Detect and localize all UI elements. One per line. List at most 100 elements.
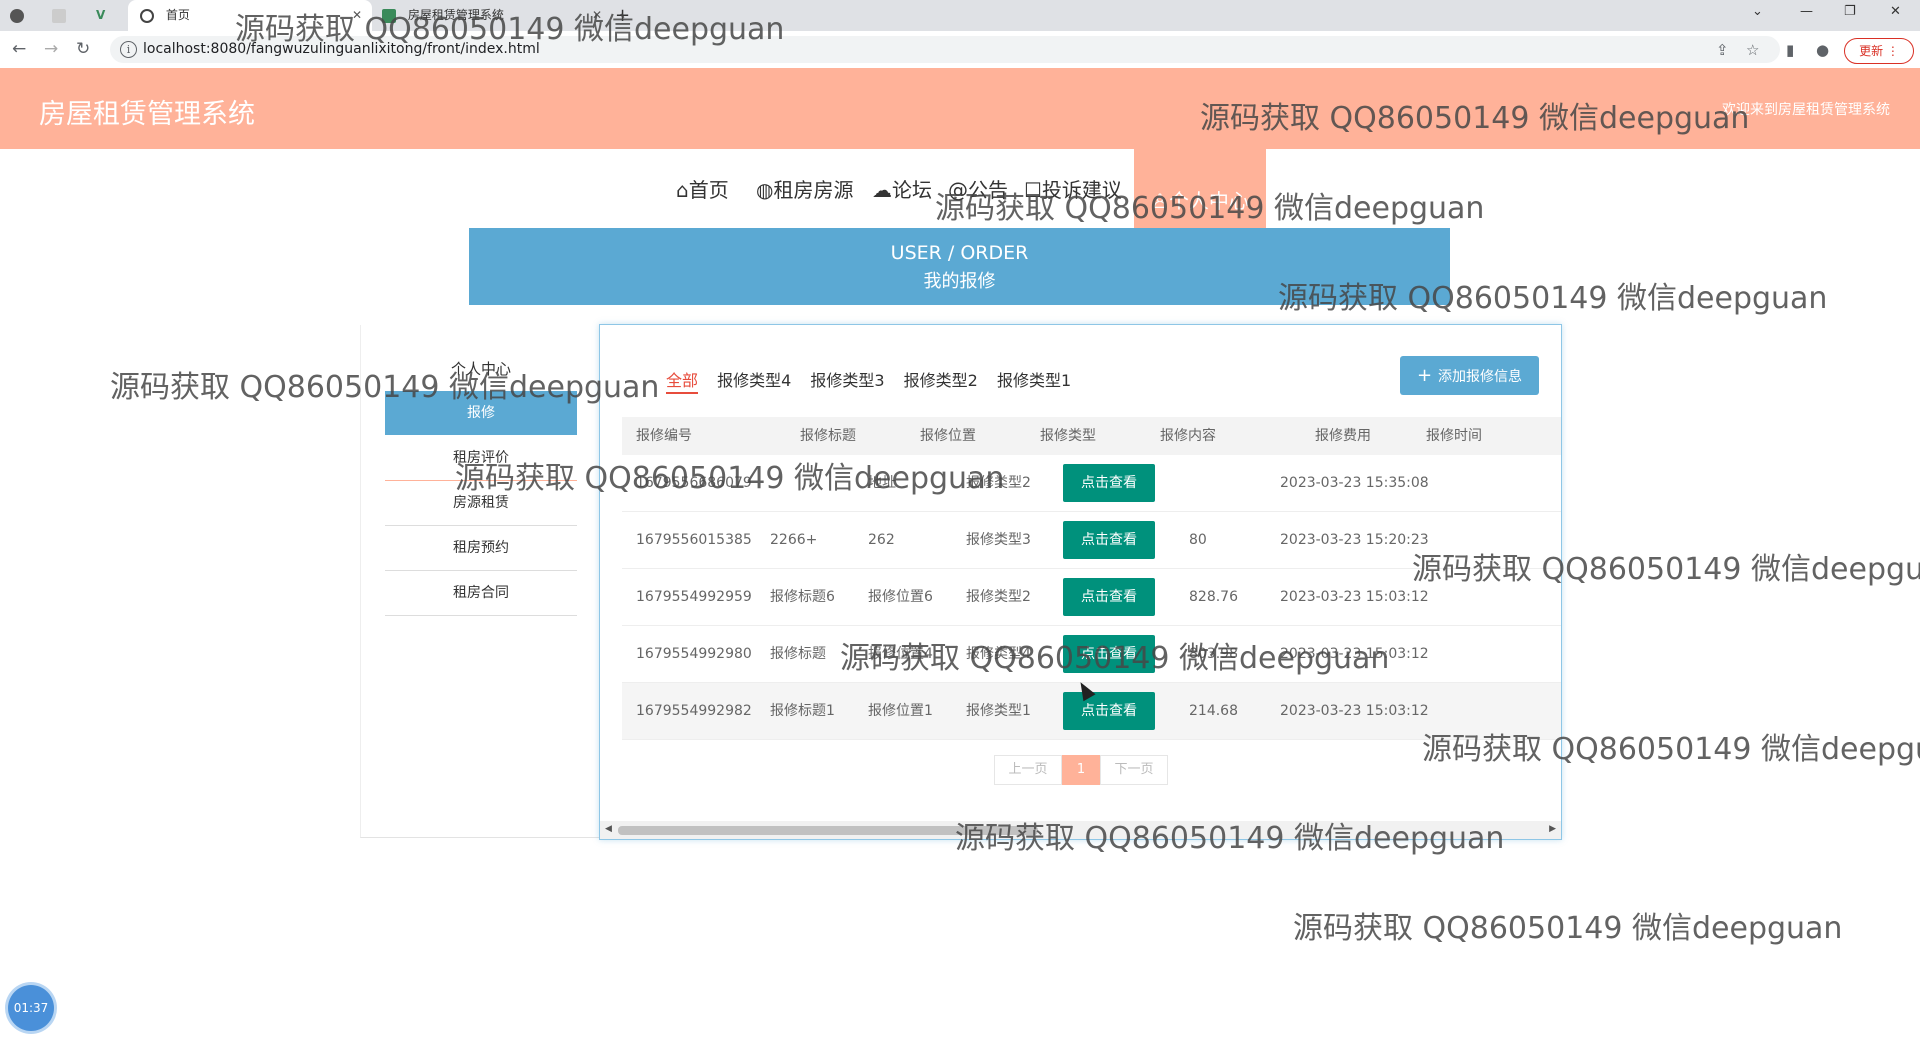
- scrollbar-thumb[interactable]: [618, 826, 1038, 835]
- chevron-down-icon[interactable]: ⌄: [1752, 4, 1763, 19]
- scroll-left-icon[interactable]: ◀: [605, 824, 612, 834]
- table-cell-title: 报修标题: [770, 646, 826, 662]
- prev-page-button[interactable]: 上一页: [994, 755, 1062, 785]
- table-cell-title: 报修标题6: [770, 589, 835, 605]
- minimize-icon[interactable]: —: [1800, 4, 1813, 19]
- sidebar-title: 个人中心: [451, 360, 512, 378]
- page-icon: [52, 8, 66, 23]
- update-label: 更新: [1859, 44, 1884, 58]
- restore-icon[interactable]: ❐: [1844, 4, 1856, 19]
- tab-label: 首页: [165, 8, 190, 22]
- table-cell-fee: 828.76: [1189, 589, 1238, 605]
- view-content-button[interactable]: 点击查看: [1063, 578, 1155, 616]
- view-content-button[interactable]: 点击查看: [1063, 521, 1155, 559]
- add-repair-button[interactable]: + 添加报修信息: [1400, 356, 1539, 395]
- at-icon: @: [948, 178, 968, 202]
- filter-all[interactable]: 全部: [666, 371, 699, 394]
- nav-item-complaint[interactable]: ☐投诉建议: [1024, 174, 1122, 203]
- view-content-button[interactable]: 点击查看: [1063, 635, 1155, 673]
- add-repair-label: 添加报修信息: [1438, 369, 1523, 385]
- view-content-button[interactable]: 点击查看: [1063, 692, 1155, 730]
- table-cell-location: 262: [868, 532, 895, 548]
- page-number[interactable]: 1: [1062, 755, 1100, 785]
- nav-item-listings[interactable]: ◍租房房源: [756, 174, 853, 203]
- nav-item-notice[interactable]: @公告: [948, 174, 1008, 203]
- watermark: 源码获取 QQ86050149 微信deepguan: [1293, 911, 1843, 946]
- horizontal-scrollbar[interactable]: ◀ ▶: [600, 821, 1561, 839]
- table-cell-time: 2023-03-23 15:03:12: [1280, 646, 1429, 662]
- vue-icon: [382, 8, 396, 23]
- table-row: 1679554992959 报修标题6 报修位置6 报修类型2 点击查看 828.76 20…: [622, 569, 1561, 626]
- github-icon: [10, 8, 24, 23]
- browser-tab[interactable]: 房屋租赁管理系统 ✕: [370, 0, 612, 31]
- browser-tab[interactable]: [10, 0, 36, 31]
- sidebar-item-contract[interactable]: 租房合同: [385, 571, 577, 616]
- scroll-right-icon[interactable]: ▶: [1549, 824, 1556, 834]
- table-header: 报修编号 报修标题 报修位置 报修类型 报修内容 报修费用 报修时间: [622, 417, 1561, 455]
- table-cell-title: 报修标题1: [770, 703, 835, 719]
- browser-tab-active[interactable]: 首页 ✕: [128, 0, 372, 31]
- new-tab-button[interactable]: +: [615, 0, 635, 31]
- view-content-button[interactable]: 点击查看: [1063, 464, 1155, 502]
- table-row: 1679556015385 2266+ 262 报修类型3 点击查看 80 2023-03-…: [622, 512, 1561, 569]
- table-cell-location: 报修位置6: [868, 589, 933, 605]
- table-cell-time: 2023-03-23 15:35:08: [1280, 475, 1429, 491]
- table-cell-title: 2266+: [770, 532, 818, 548]
- column-header: 报修费用: [1315, 428, 1371, 444]
- nav-label: 首页: [688, 178, 729, 202]
- close-tab-icon[interactable]: ✕: [352, 0, 362, 31]
- home-icon: ⌂: [676, 178, 689, 202]
- next-page-button[interactable]: 下一页: [1100, 755, 1168, 785]
- close-tab-icon[interactable]: ✕: [592, 0, 602, 31]
- profile-icon[interactable]: ●: [1816, 41, 1829, 59]
- nav-label: 论坛: [892, 178, 932, 202]
- nav-item-forum[interactable]: ☁论坛: [872, 174, 932, 203]
- page-banner: USER / ORDER 我的报修: [469, 228, 1450, 305]
- site-header: 房屋租赁管理系统 欢迎来到房屋租赁管理系统: [0, 68, 1920, 149]
- plus-icon: +: [1416, 365, 1433, 386]
- column-header: 报修标题: [800, 428, 856, 444]
- filter-type1[interactable]: 报修类型1: [997, 371, 1071, 390]
- sidepanel-icon[interactable]: ▮: [1786, 41, 1794, 59]
- info-icon[interactable]: i: [120, 41, 137, 58]
- column-header: 报修内容: [1160, 428, 1216, 444]
- column-header: 报修类型: [1040, 428, 1096, 444]
- table-cell-id: 1679556686079: [636, 475, 752, 491]
- repair-panel: 全部 报修类型4 报修类型3 报修类型2 报修类型1 + 添加报修信息 报修编号 …: [599, 324, 1562, 840]
- address-bar[interactable]: i localhost:8080/fangwuzulinguanlixitong…: [110, 36, 1780, 63]
- filter-type3[interactable]: 报修类型3: [810, 371, 884, 390]
- table-cell-location: 报修位置4: [868, 646, 933, 662]
- nav-item-user-center[interactable]: ♙个人中心: [1134, 149, 1266, 229]
- browser-tab[interactable]: [52, 0, 78, 31]
- nav-item-home[interactable]: ⌂首页: [676, 174, 729, 203]
- sidebar-item-repair[interactable]: 报修: [385, 391, 577, 435]
- table-row: 1679556686079 地址 报修类型2 点击查看 2023-03-23 15:35…: [622, 455, 1561, 512]
- globe-icon: ◍: [756, 178, 774, 202]
- type-filter-tabs: 全部 报修类型4 报修类型3 报修类型2 报修类型1: [666, 367, 1085, 394]
- browser-tab[interactable]: V: [96, 0, 122, 31]
- share-icon[interactable]: ⇪: [1716, 41, 1729, 59]
- table-cell-type: 报修类型4: [966, 646, 1031, 662]
- user-icon: ♙: [1151, 189, 1169, 213]
- nav-label: 投诉建议: [1041, 178, 1122, 202]
- reload-icon[interactable]: ↻: [76, 39, 90, 59]
- recording-timer: 01:37: [8, 985, 54, 1031]
- nav-label: 个人中心: [1168, 189, 1249, 213]
- welcome-text: 欢迎来到房屋租赁管理系统: [1722, 102, 1890, 118]
- forward-icon[interactable]: →: [44, 39, 58, 59]
- table-cell-fee: 803.98: [1189, 646, 1238, 662]
- filter-type2[interactable]: 报修类型2: [904, 371, 978, 390]
- banner-subtitle: USER / ORDER: [890, 242, 1029, 264]
- update-button[interactable]: 更新 ⋮: [1844, 38, 1914, 64]
- back-icon[interactable]: ←: [12, 39, 26, 59]
- nav-label: 公告: [968, 178, 1008, 202]
- sidebar-item-booking[interactable]: 租房预约: [385, 526, 577, 571]
- table-cell-id: 1679556015385: [636, 532, 752, 548]
- filter-type4[interactable]: 报修类型4: [717, 371, 791, 390]
- close-window-icon[interactable]: ✕: [1890, 4, 1901, 19]
- sidebar-item-review[interactable]: 租房评价: [385, 436, 577, 481]
- sidebar-item-rental[interactable]: 房源租赁: [385, 481, 577, 526]
- table-cell-type: 报修类型3: [966, 532, 1031, 548]
- table-cell-type: 报修类型2: [966, 589, 1031, 605]
- star-icon[interactable]: ☆: [1746, 41, 1759, 59]
